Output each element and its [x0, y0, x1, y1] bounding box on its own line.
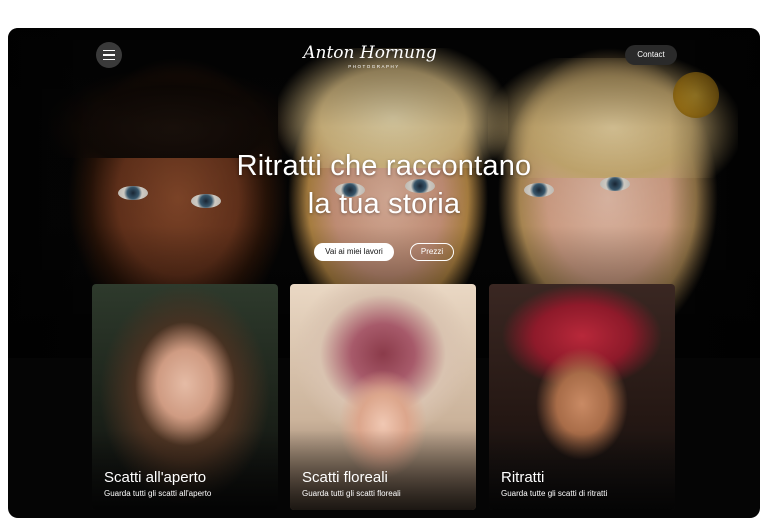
card-subtitle: Guarda tutti gli scatti floreali [302, 489, 401, 498]
card-outdoor-shots[interactable]: Scatti all'aperto Guarda tutti gli scatt… [92, 284, 278, 510]
logo[interactable]: Anton Hornung PHOTOGRAPHY [300, 34, 440, 76]
view-work-button[interactable]: Vai ai miei lavori [314, 243, 394, 261]
logo-script: Anton Hornung [301, 43, 437, 63]
card-floral-shots[interactable]: Scatti floreali Guarda tutti gli scatti … [290, 284, 476, 510]
card-title: Scatti all'aperto [104, 469, 207, 486]
site-frame: Anton Hornung PHOTOGRAPHY Contact Ritrat… [8, 28, 760, 518]
hero-headline-line2: la tua storia [307, 188, 461, 220]
hamburger-icon-line [103, 54, 115, 56]
contact-button[interactable]: Contact [625, 45, 677, 65]
hamburger-icon-line [103, 58, 115, 61]
menu-button[interactable] [96, 42, 122, 68]
card-subtitle: Guarda tutti gli scatti all'aperto [104, 489, 212, 498]
card-subtitle: Guarda tutte gli scatti di ritratti [501, 489, 608, 498]
card-title: Scatti floreali [302, 469, 388, 486]
card-title: Ritratti [501, 469, 545, 486]
logo-tagline: PHOTOGRAPHY [348, 64, 399, 69]
hero-headline-line1: Ritratti che raccontano [236, 150, 532, 182]
hamburger-icon-line [103, 49, 115, 52]
card-portraits[interactable]: Ritratti Guarda tutte gli scatti di ritr… [489, 284, 675, 510]
prices-button[interactable]: Prezzi [410, 243, 454, 261]
